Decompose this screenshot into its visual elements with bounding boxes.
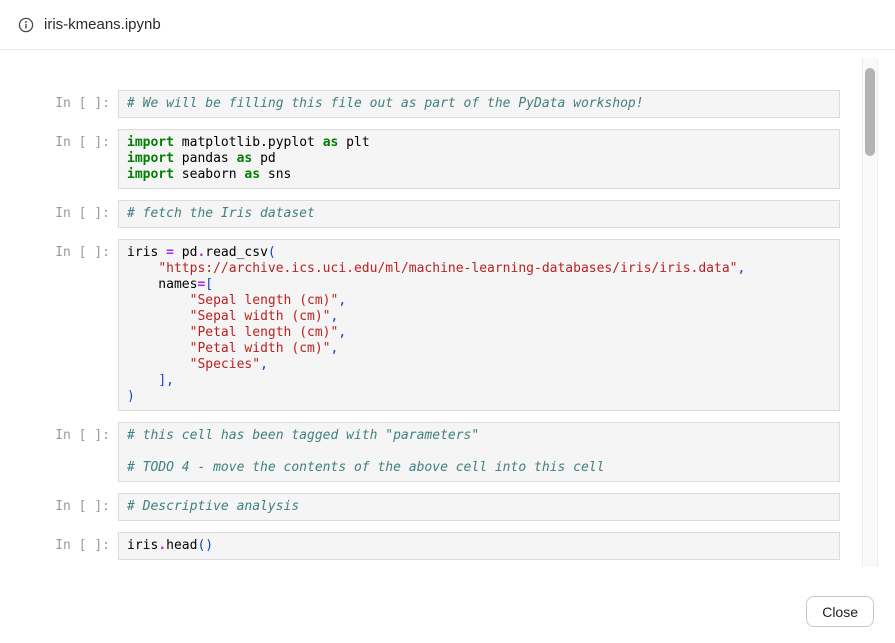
cell-code: iris.head() <box>118 532 840 560</box>
notebook-cell: In [ ]: # We will be filling this file ou… <box>0 90 895 118</box>
notebook-preview: In [ ]: # We will be filling this file ou… <box>0 51 895 567</box>
cell-prompt: In [ ]: <box>0 129 110 151</box>
notebook-cell: In [ ]: iris = pd.read_csv( "https://arch… <box>0 239 895 411</box>
notebook-cells: In [ ]: # We will be filling this file ou… <box>0 51 895 560</box>
notebook-cell: In [ ]: import matplotlib.pyplot as pltim… <box>0 129 895 189</box>
notebook-cell: In [ ]: # Descriptive analysis <box>0 493 895 521</box>
info-icon <box>18 17 34 33</box>
cell-prompt: In [ ]: <box>0 532 110 554</box>
notebook-cell: In [ ]: iris.head() <box>0 532 895 560</box>
notebook-cell: In [ ]: # fetch the Iris dataset <box>0 200 895 228</box>
scrollbar-thumb[interactable] <box>865 68 875 156</box>
notebook-cell: In [ ]: # this cell has been tagged with … <box>0 422 895 482</box>
cell-prompt: In [ ]: <box>0 422 110 444</box>
cell-code: iris = pd.read_csv( "https://archive.ics… <box>118 239 840 411</box>
cell-prompt: In [ ]: <box>0 493 110 515</box>
cell-code: # this cell has been tagged with "parame… <box>118 422 840 482</box>
cell-code: import matplotlib.pyplot as pltimport pa… <box>118 129 840 189</box>
header-bar: iris-kmeans.ipynb <box>0 0 895 50</box>
close-button[interactable]: Close <box>806 596 874 627</box>
scrollbar-track[interactable] <box>862 58 878 567</box>
cell-code: # We will be filling this file out as pa… <box>118 90 840 118</box>
cell-code: # Descriptive analysis <box>118 493 840 521</box>
cell-code: # fetch the Iris dataset <box>118 200 840 228</box>
file-title: iris-kmeans.ipynb <box>44 16 161 33</box>
cell-prompt: In [ ]: <box>0 239 110 261</box>
cell-prompt: In [ ]: <box>0 90 110 112</box>
cell-prompt: In [ ]: <box>0 200 110 222</box>
